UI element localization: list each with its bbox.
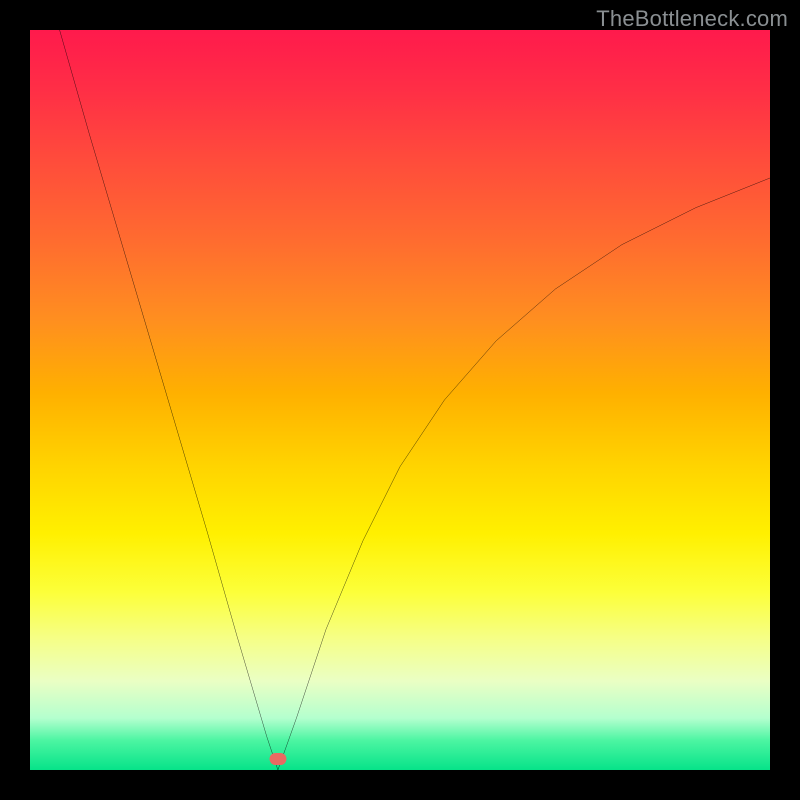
minimum-marker [269, 753, 286, 765]
chart-area [30, 30, 770, 770]
bottleneck-curve [30, 30, 770, 770]
watermark-text: TheBottleneck.com [596, 6, 788, 32]
curve-left-branch [60, 30, 278, 770]
curve-right-branch [278, 178, 770, 770]
